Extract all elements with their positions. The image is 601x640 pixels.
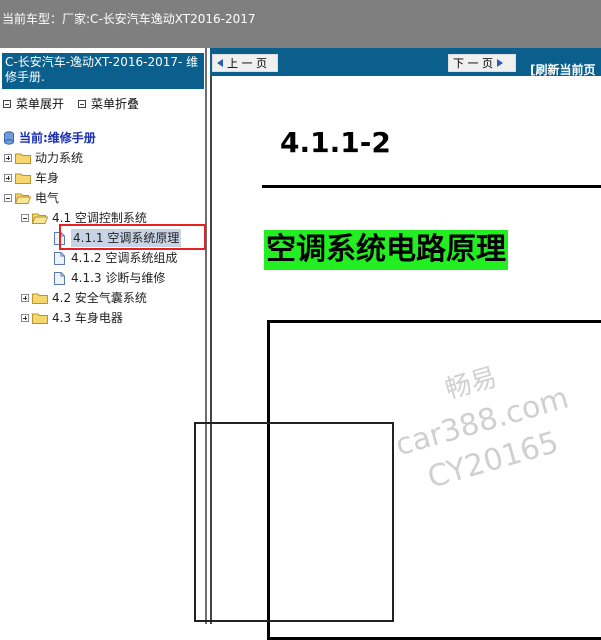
tree-item-label: 4.3 车身电器 (52, 311, 123, 325)
document-icon (54, 271, 65, 285)
tree-item-4-2[interactable]: 4.2 安全气囊系统 (21, 289, 147, 307)
tree-item-powertrain[interactable]: 动力系统 (4, 149, 83, 167)
arrow-left-icon (217, 59, 223, 67)
folder-closed-icon (15, 153, 31, 164)
refresh-page-link[interactable]: [刷新当前页 (530, 61, 596, 78)
tree-item-label: 4.1.2 空调系统组成 (71, 251, 178, 265)
tree-item-4-1-3[interactable]: 4.1.3 诊断与维修 (54, 269, 165, 287)
sidebar: C-长安汽车-逸动XT-2016-2017- 维修手册. 菜单展开 菜单折叠 当… (0, 48, 207, 624)
expand-plus-icon[interactable] (21, 294, 29, 302)
tree-item-label: 4.1.3 诊断与维修 (71, 271, 166, 285)
expand-all-button[interactable]: 菜单展开 (3, 95, 64, 112)
next-page-label: 下 一 页 (453, 57, 493, 70)
tree-item-label: 动力系统 (35, 151, 84, 165)
folder-closed-icon (32, 313, 48, 324)
tree-item-body[interactable]: 车身 (4, 169, 59, 187)
section-title: 空调系统电路原理 (264, 230, 508, 270)
collapse-all-label: 菜单折叠 (91, 97, 140, 111)
tree-item-4-1-2[interactable]: 4.1.2 空调系统组成 (54, 249, 177, 267)
folder-open-icon (15, 193, 31, 204)
folder-open-icon (32, 213, 48, 224)
folder-closed-icon (15, 173, 31, 184)
folder-closed-icon (32, 293, 48, 304)
expand-all-label: 菜单展开 (16, 97, 65, 111)
tree-item-label: 4.2 安全气囊系统 (52, 291, 147, 305)
current-vehicle: 当前车型：厂家:C-长安汽车逸动XT2016-2017 (2, 10, 256, 27)
current-manual-label: 当前:维修手册 (19, 131, 96, 145)
title-bar: 当前车型：厂家:C-长安汽车逸动XT2016-2017 (0, 0, 601, 48)
collapse-all-button[interactable]: 菜单折叠 (78, 95, 139, 112)
tree-root-current[interactable]: 当前:维修手册 (4, 129, 96, 147)
prev-page-button[interactable]: 上 一 页 (212, 54, 278, 72)
collapse-minus-icon[interactable] (21, 214, 29, 222)
collapse-minus-icon[interactable] (4, 194, 12, 202)
expand-plus-icon[interactable] (4, 174, 12, 182)
next-page-button[interactable]: 下 一 页 (448, 54, 516, 72)
current-vehicle-label: 当前车型： (2, 12, 63, 26)
tree-item-label: 车身 (35, 171, 60, 185)
section-number: 4.1.1-2 (280, 126, 391, 159)
prev-page-label: 上 一 页 (227, 57, 267, 70)
arrow-right-icon (497, 59, 503, 67)
page-nav-bar: 上 一 页 下 一 页 [刷新当前页 (210, 48, 601, 78)
expand-icon (3, 99, 11, 108)
expand-plus-icon[interactable] (21, 314, 29, 322)
document-icon (54, 251, 65, 265)
section-divider (262, 185, 601, 188)
collapse-icon (78, 99, 86, 108)
current-vehicle-value: 厂家:C-长安汽车逸动XT2016-2017 (62, 12, 256, 26)
diagram-frame-inner (194, 422, 394, 622)
tree-item-4-3[interactable]: 4.3 车身电器 (21, 309, 123, 327)
tree-item-label: 电气 (35, 191, 60, 205)
tree-item-electrical[interactable]: 电气 (4, 189, 59, 207)
expand-plus-icon[interactable] (4, 154, 12, 162)
database-icon (4, 131, 14, 145)
sidebar-header: C-长安汽车-逸动XT-2016-2017- 维修手册. (2, 53, 204, 89)
selection-annotation-box (59, 224, 206, 250)
